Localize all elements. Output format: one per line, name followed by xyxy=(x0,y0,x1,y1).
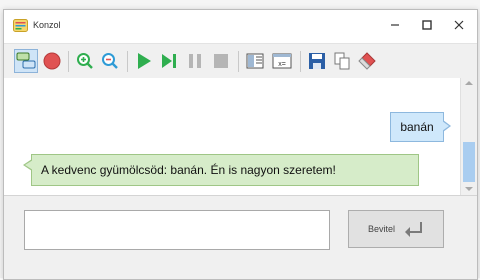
chat-scrollbar[interactable] xyxy=(460,78,477,195)
zoom-out-button[interactable] xyxy=(98,49,122,73)
minimize-button[interactable] xyxy=(379,14,411,36)
toolbar-separator xyxy=(300,51,301,72)
user-message-bubble: banán xyxy=(390,112,451,142)
variables-button[interactable]: x= xyxy=(270,49,294,73)
play-icon xyxy=(138,53,151,69)
window-title: Konzol xyxy=(33,20,61,30)
screenshot-background: Konzol x= banán A kedvenc gyümölcsöd: ba… xyxy=(0,0,480,280)
save-icon xyxy=(309,53,325,69)
maximize-icon xyxy=(422,20,432,30)
minimize-icon xyxy=(391,24,399,26)
play-button[interactable] xyxy=(132,49,156,73)
eraser-icon xyxy=(358,52,376,70)
message-input[interactable] xyxy=(24,210,330,250)
save-button[interactable] xyxy=(305,49,329,73)
toolbar-separator xyxy=(127,51,128,72)
step-icon xyxy=(162,54,176,68)
variable-icon: x= xyxy=(272,53,292,69)
toolbar-separator xyxy=(238,51,239,72)
app-icon xyxy=(13,19,28,32)
chat-view-button[interactable] xyxy=(14,49,38,73)
zoom-in-button[interactable] xyxy=(73,49,97,73)
chat-area: banán A kedvenc gyümölcsöd: banán. Én is… xyxy=(4,78,460,195)
zoom-out-icon xyxy=(102,53,118,69)
clear-button[interactable] xyxy=(355,49,379,73)
console-window: Konzol x= banán A kedvenc gyümölcsöd: ba… xyxy=(3,9,478,280)
split-view-button[interactable] xyxy=(243,49,267,73)
copy-icon xyxy=(334,52,350,70)
scroll-thumb[interactable] xyxy=(463,142,475,182)
scroll-down-arrow-icon[interactable] xyxy=(465,187,473,191)
zoom-in-icon xyxy=(77,53,93,69)
toolbar: x= xyxy=(4,43,477,79)
bot-message-text: A kedvenc gyümölcsöd: banán. Én is nagyo… xyxy=(41,163,336,177)
enter-arrow-icon xyxy=(405,222,422,237)
toolbar-separator xyxy=(68,51,69,72)
user-message-text: banán xyxy=(400,120,434,134)
split-view-icon xyxy=(246,53,264,69)
copy-button[interactable] xyxy=(330,49,354,73)
record-icon xyxy=(43,52,61,70)
record-button[interactable] xyxy=(40,49,64,73)
bot-message-bubble: A kedvenc gyümölcsöd: banán. Én is nagyo… xyxy=(23,154,419,186)
scroll-up-arrow-icon[interactable] xyxy=(465,81,473,85)
chat-bubbles-icon xyxy=(16,52,36,69)
stop-button[interactable] xyxy=(209,49,233,73)
title-bar[interactable]: Konzol xyxy=(4,10,477,40)
pause-icon xyxy=(189,54,201,68)
status-bar xyxy=(4,261,477,279)
enter-button-label: Bevitel xyxy=(367,224,395,234)
close-button[interactable] xyxy=(443,14,475,36)
maximize-button[interactable] xyxy=(411,14,443,36)
stop-icon xyxy=(214,54,228,68)
variable-icon-label: x= xyxy=(278,61,286,68)
step-button[interactable] xyxy=(157,49,181,73)
close-icon xyxy=(454,20,464,30)
input-panel: Bevitel xyxy=(4,195,477,261)
pause-button[interactable] xyxy=(183,49,207,73)
enter-button[interactable]: Bevitel xyxy=(348,210,444,248)
